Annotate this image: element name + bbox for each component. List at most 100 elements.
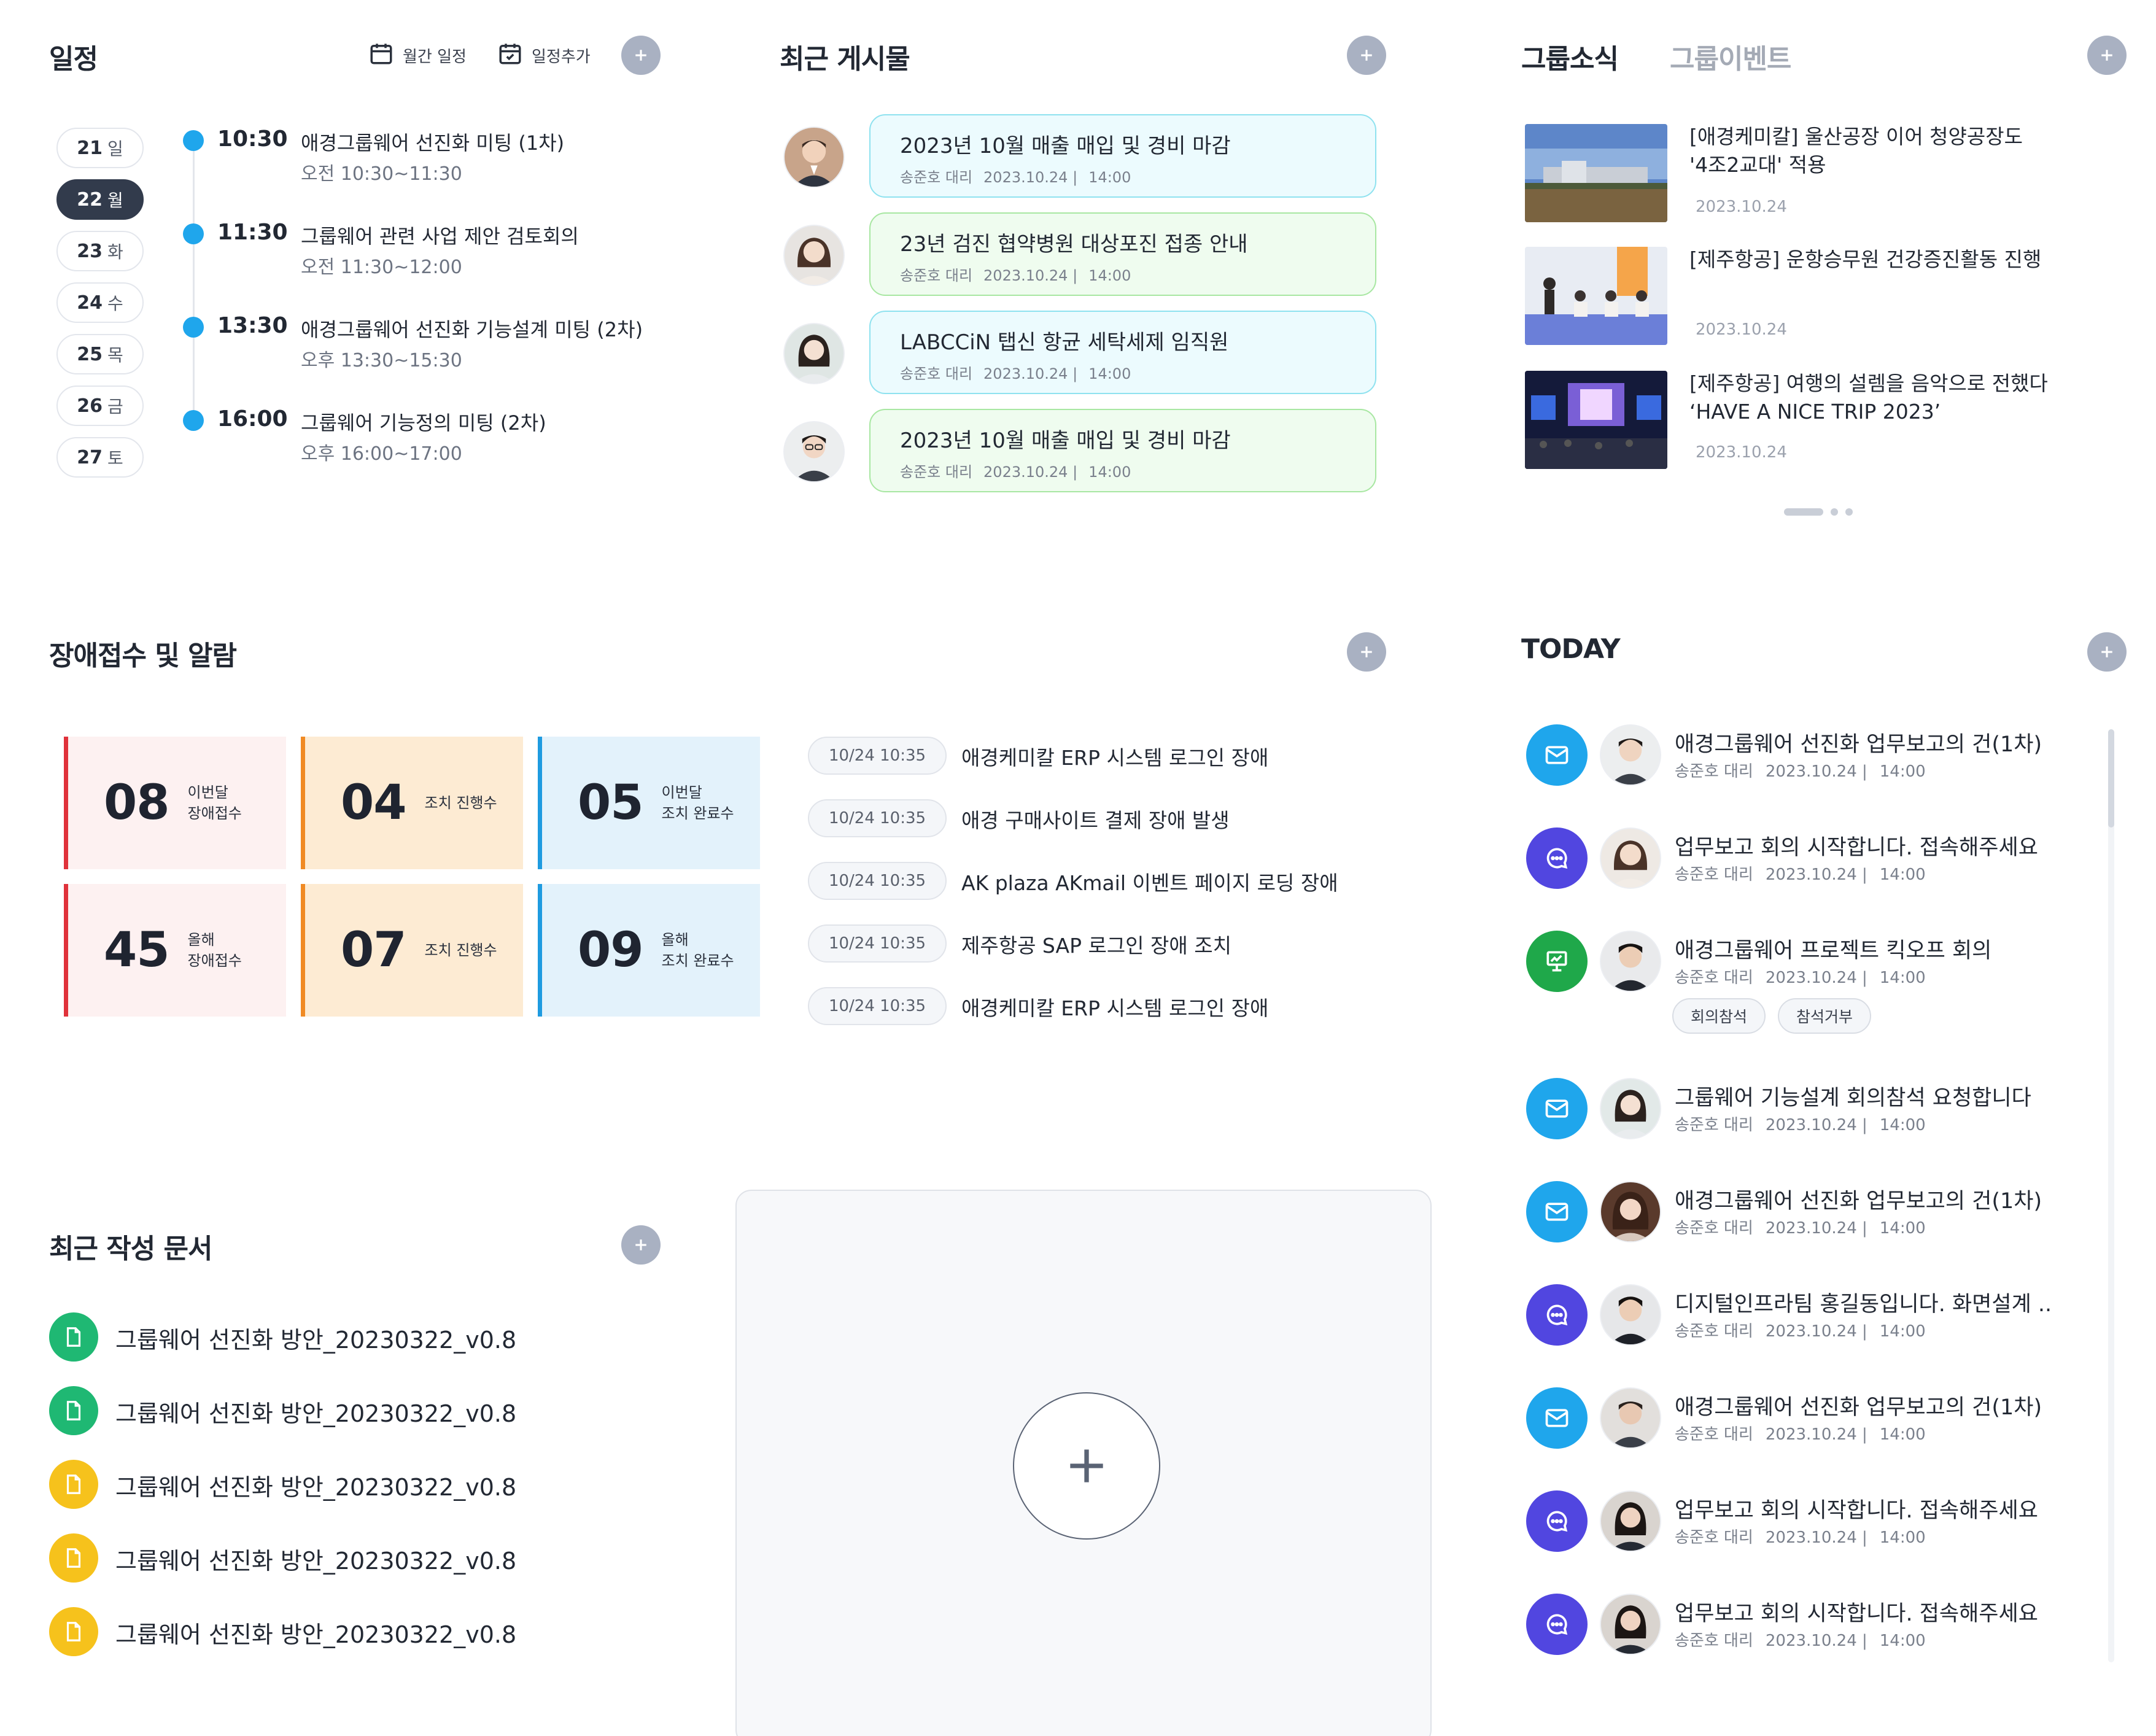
post-bubble[interactable]: 2023년 10월 매출 매입 및 경비 마감 송준호 대리 2023.10.24… xyxy=(869,114,1376,198)
event-time: 13:30 xyxy=(217,313,288,338)
today-item-title[interactable]: 애경그룹웨어 프로젝트 킥오프 회의 xyxy=(1675,933,1991,964)
post-title: 23년 검진 협약병원 대상포진 접종 안내 xyxy=(900,232,1248,257)
tab-group-events[interactable]: 그룹이벤트 xyxy=(1670,37,1791,76)
document-name[interactable]: 그룹웨어 선진화 방안_20230322_v0.8 xyxy=(115,1321,516,1355)
today-item-meta: 송준호 대리 2023.10.24 | 14:00 xyxy=(1675,762,1926,781)
mail-icon xyxy=(1526,1181,1588,1242)
document-name[interactable]: 그룹웨어 선진화 방안_20230322_v0.8 xyxy=(115,1395,516,1428)
alarm-time: 10/24 10:35 xyxy=(808,737,947,775)
today-item-title[interactable]: 애경그룹웨어 선진화 업무보고의 건(1차) xyxy=(1675,727,2042,758)
news-title-line: [제주항공] 운항승무원 건강증진활동 진행 xyxy=(1689,247,2042,271)
today-item-title[interactable]: 그룹웨어 기능설계 회의참석 요청합니다 xyxy=(1675,1080,2031,1112)
stat-number: 09 xyxy=(578,923,644,978)
today-item-title[interactable]: 애경그룹웨어 선진화 업무보고의 건(1차) xyxy=(1675,1390,2042,1421)
today-scrollbar-thumb[interactable] xyxy=(2108,729,2114,827)
avatar xyxy=(783,323,845,384)
mail-icon xyxy=(1526,724,1588,786)
attend-meeting-button[interactable]: 회의참석 xyxy=(1672,998,1766,1034)
post-bubble[interactable]: LABCCiN 탭신 항균 세탁세제 임직원 송준호 대리 2023.10.24 … xyxy=(869,311,1376,394)
alarm-text[interactable]: 애경 구매사이트 결제 장애 발생 xyxy=(961,804,1230,834)
alarm-text[interactable]: AK plaza AKmail 이벤트 페이지 로딩 장애 xyxy=(961,867,1338,896)
add-schedule-link[interactable]: 일정추가 xyxy=(497,41,591,71)
event-range: 오전 10:30~11:30 xyxy=(301,163,462,185)
stat-card[interactable]: 09 올해 조치 완료수 xyxy=(538,884,760,1017)
avatar xyxy=(1600,1490,1661,1552)
today-title: TODAY xyxy=(1521,634,1621,665)
day-27[interactable]: 27 토 xyxy=(56,437,144,478)
day-25[interactable]: 25 목 xyxy=(56,334,144,374)
day-21[interactable]: 21 일 xyxy=(56,128,144,168)
posts-plus-button[interactable] xyxy=(1347,36,1386,75)
tab-group-news[interactable]: 그룹소식 xyxy=(1521,37,1619,76)
document-name[interactable]: 그룹웨어 선진화 방안_20230322_v0.8 xyxy=(115,1468,516,1502)
carousel-indicator[interactable] xyxy=(1831,508,1838,516)
decline-meeting-button[interactable]: 참석거부 xyxy=(1778,998,1871,1034)
today-item-meta: 송준호 대리 2023.10.24 | 14:00 xyxy=(1675,1632,1926,1650)
weekday: 수 xyxy=(107,293,123,314)
day-24[interactable]: 24 수 xyxy=(56,282,144,323)
news-thumbnail[interactable] xyxy=(1525,371,1667,469)
stat-card[interactable]: 08 이번달 장애접수 xyxy=(64,737,286,869)
alarm-plus-button[interactable] xyxy=(1347,632,1386,672)
chat-icon xyxy=(1526,1594,1588,1655)
avatar xyxy=(783,421,845,482)
news-thumbnail[interactable] xyxy=(1525,124,1667,222)
stat-card[interactable]: 45 올해 장애접수 xyxy=(64,884,286,1017)
stat-card[interactable]: 07 조치 진행수 xyxy=(301,884,523,1017)
event-time: 10:30 xyxy=(217,126,288,152)
docs-plus-button[interactable] xyxy=(621,1225,661,1265)
document-icon xyxy=(49,1533,98,1583)
monthly-schedule-link[interactable]: 월간 일정 xyxy=(368,41,467,71)
plus-icon xyxy=(1361,646,1372,657)
document-name[interactable]: 그룹웨어 선진화 방안_20230322_v0.8 xyxy=(115,1616,516,1649)
news-title-line: [제주항공] 여행의 설렘을 음악으로 전했다 xyxy=(1689,371,2048,395)
day-number: 22 xyxy=(77,188,103,211)
chat-icon xyxy=(1526,1490,1588,1552)
carousel-indicator[interactable] xyxy=(1845,508,1853,516)
timeline-dot xyxy=(183,130,204,151)
event-title[interactable]: 애경그룹웨어 선진화 기능설계 미팅 (2차) xyxy=(301,314,643,343)
avatar xyxy=(1600,724,1661,786)
news-thumbnail[interactable] xyxy=(1525,247,1667,345)
monthly-schedule-label: 월간 일정 xyxy=(403,48,467,66)
schedule-plus-button[interactable] xyxy=(621,36,661,75)
today-plus-button[interactable] xyxy=(2087,632,2127,672)
news-title[interactable]: [제주항공] 운항승무원 건강증진활동 진행 xyxy=(1689,246,2082,274)
weekday: 일 xyxy=(107,139,123,159)
news-title[interactable]: [제주항공] 여행의 설렘을 음악으로 전했다 ‘HAVE A NICE TRIP… xyxy=(1689,370,2082,426)
today-item-title[interactable]: 업무보고 회의 시작합니다. 접속해주세요 xyxy=(1675,1493,2038,1524)
event-range: 오후 13:30~15:30 xyxy=(301,350,462,371)
today-item-title[interactable]: 업무보고 회의 시작합니다. 접속해주세요 xyxy=(1675,1596,2038,1627)
alarm-text[interactable]: 애경케미칼 ERP 시스템 로그인 장애 xyxy=(961,742,1268,771)
stat-number: 08 xyxy=(104,775,170,831)
today-item-title[interactable]: 디지털인프라팀 홍길동입니다. 화면설계 .. xyxy=(1675,1287,2052,1318)
carousel-indicator-active[interactable] xyxy=(1784,508,1823,516)
add-widget-card[interactable] xyxy=(735,1190,1432,1736)
document-icon xyxy=(49,1312,98,1362)
event-title[interactable]: 그룹웨어 기능정의 미팅 (2차) xyxy=(301,408,546,436)
news-plus-button[interactable] xyxy=(2087,36,2127,75)
today-item-title[interactable]: 업무보고 회의 시작합니다. 접속해주세요 xyxy=(1675,830,2038,861)
today-scrollbar[interactable] xyxy=(2108,729,2114,1662)
news-title[interactable]: [애경케미칼] 울산공장 이어 청양공장도 '4조2교대' 적용 xyxy=(1689,123,2082,179)
day-23[interactable]: 23 화 xyxy=(56,231,144,271)
stat-number: 04 xyxy=(341,775,407,831)
alarm-text[interactable]: 제주항공 SAP 로그인 장애 조치 xyxy=(961,929,1231,959)
today-item-title[interactable]: 애경그룹웨어 선진화 업무보고의 건(1차) xyxy=(1675,1184,2042,1215)
post-bubble[interactable]: 23년 검진 협약병원 대상포진 접종 안내 송준호 대리 2023.10.24 … xyxy=(869,212,1376,296)
event-title[interactable]: 그룹웨어 관련 사업 제안 검토회의 xyxy=(301,221,579,249)
day-22[interactable]: 22 월 xyxy=(56,179,144,220)
weekday: 목 xyxy=(107,345,123,365)
alarm-text[interactable]: 애경케미칼 ERP 시스템 로그인 장애 xyxy=(961,992,1268,1021)
plus-icon xyxy=(2101,50,2112,61)
day-26[interactable]: 26 금 xyxy=(56,386,144,426)
stat-card[interactable]: 05 이번달 조치 완료수 xyxy=(538,737,760,869)
day-number: 23 xyxy=(77,240,103,262)
document-name[interactable]: 그룹웨어 선진화 방안_20230322_v0.8 xyxy=(115,1542,516,1576)
post-time: 14:00 xyxy=(1088,267,1131,284)
post-bubble[interactable]: 2023년 10월 매출 매입 및 경비 마감 송준호 대리 2023.10.24… xyxy=(869,409,1376,492)
plus-icon xyxy=(2101,646,2112,657)
event-title[interactable]: 애경그룹웨어 선진화 미팅 (1차) xyxy=(301,128,564,156)
stat-card[interactable]: 04 조치 진행수 xyxy=(301,737,523,869)
add-widget-button[interactable] xyxy=(1013,1392,1160,1540)
